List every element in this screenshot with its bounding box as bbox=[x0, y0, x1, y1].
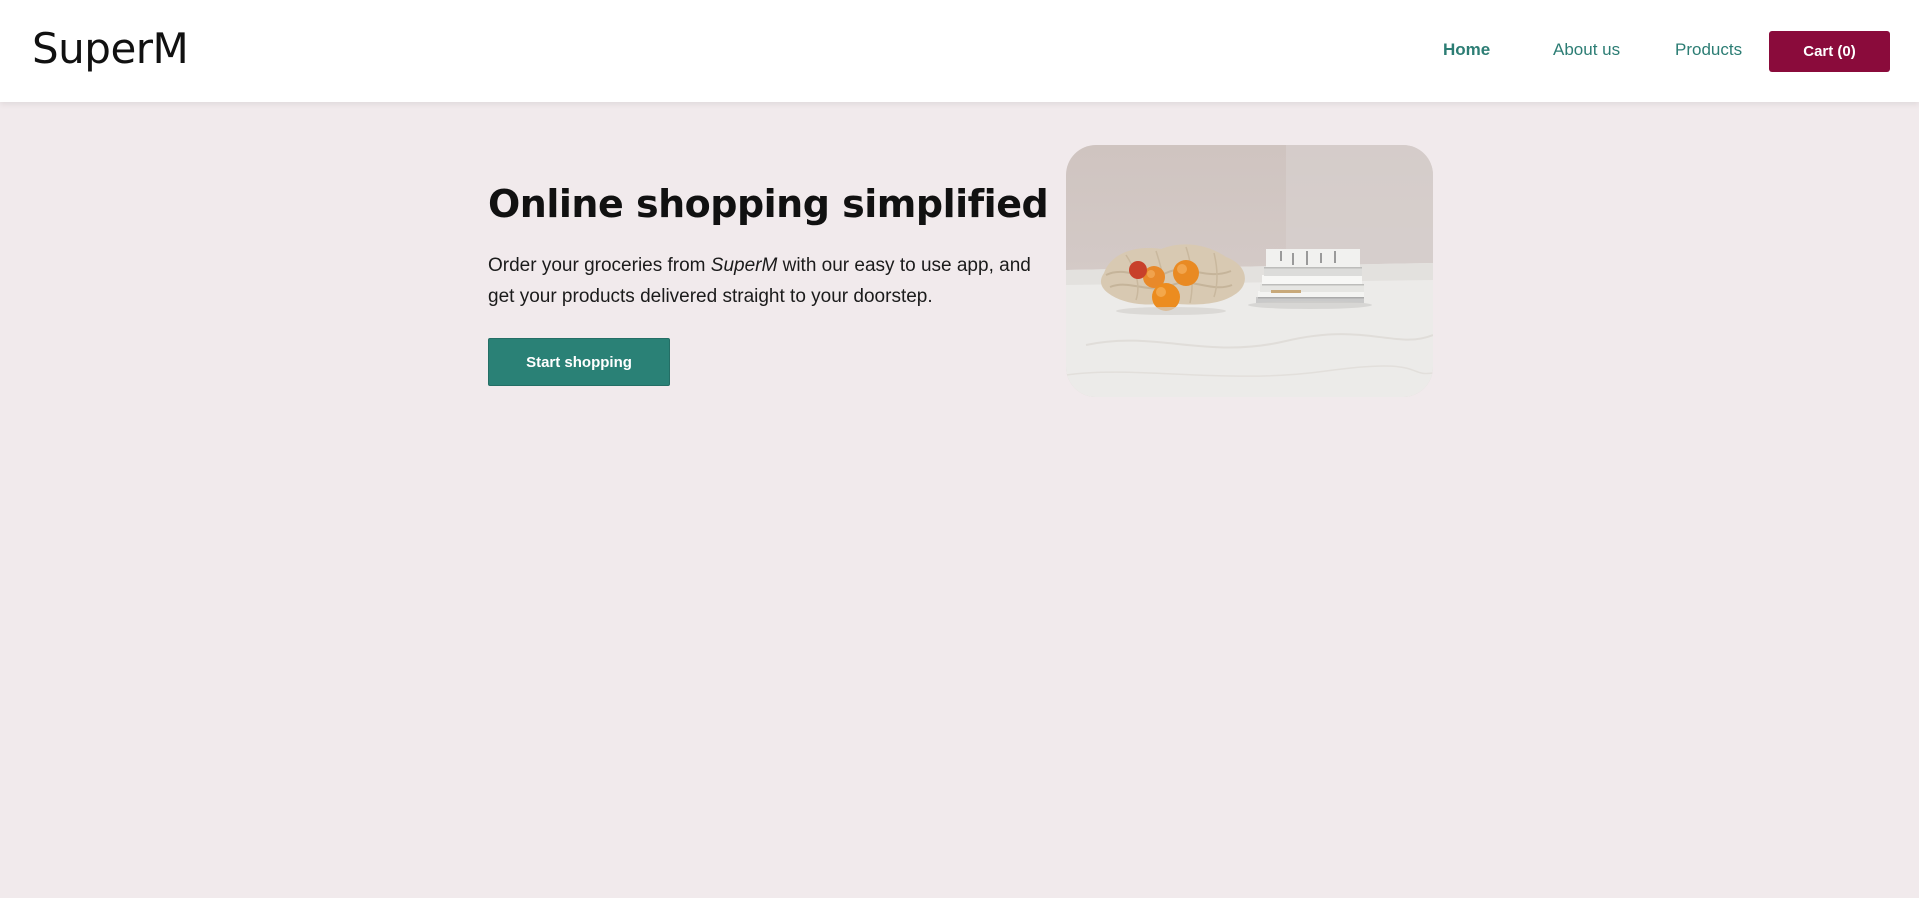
brand-logo[interactable]: SuperM bbox=[32, 28, 189, 70]
hero-image bbox=[1066, 145, 1433, 397]
start-shopping-button[interactable]: Start shopping bbox=[488, 338, 670, 386]
nav-link-about-us[interactable]: About us bbox=[1553, 40, 1620, 60]
hero-title: Online shopping simplified bbox=[488, 182, 1049, 226]
nav-link-home[interactable]: Home bbox=[1443, 40, 1490, 60]
cart-button[interactable]: Cart (0) bbox=[1769, 31, 1890, 72]
hero-description-prefix: Order your groceries from bbox=[488, 254, 711, 276]
hero-description: Order your groceries from SuperM with ou… bbox=[488, 250, 1048, 312]
hero-text-block: Online shopping simplified Order your gr… bbox=[488, 182, 1049, 312]
nav-link-products[interactable]: Products bbox=[1675, 40, 1742, 60]
hero-image-scene bbox=[1066, 145, 1433, 397]
hero-description-brand: SuperM bbox=[710, 254, 778, 276]
top-navbar: SuperM Home About us Products Cart (0) bbox=[0, 0, 1919, 102]
